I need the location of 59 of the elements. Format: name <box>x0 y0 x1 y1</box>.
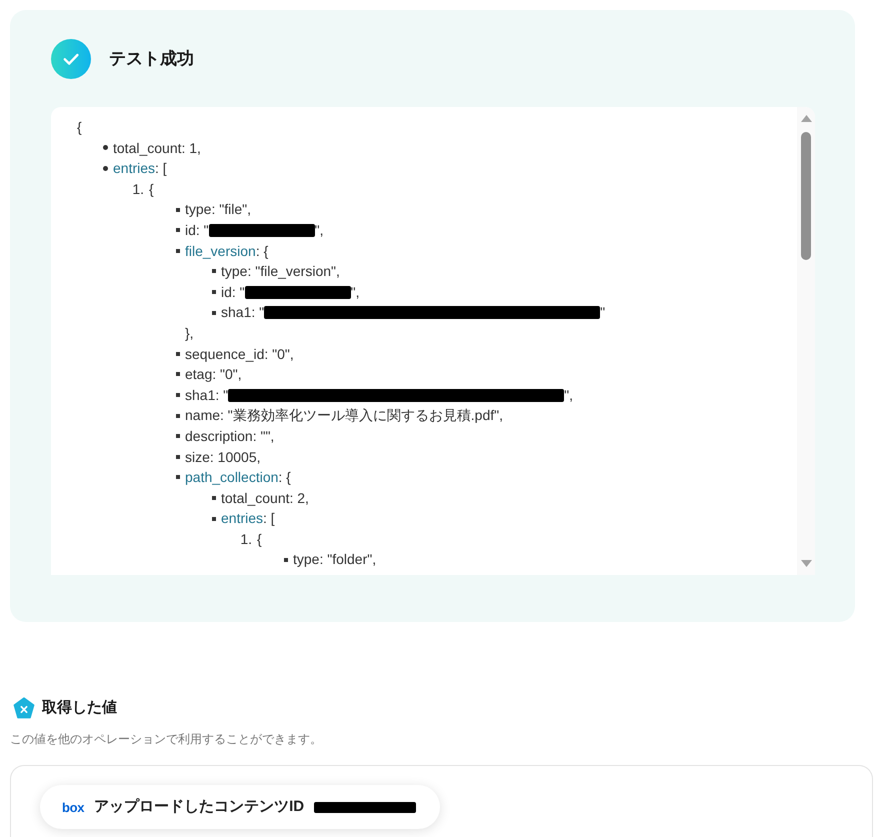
json-key-link[interactable]: entries <box>221 508 264 529</box>
square-bullet-icon <box>176 434 180 438</box>
square-bullet-icon <box>212 290 216 294</box>
scroll-up-arrow-icon[interactable] <box>800 115 812 122</box>
list-number: 1. <box>132 180 144 199</box>
json-key-link[interactable]: file_version <box>185 240 256 262</box>
json-text: ", <box>314 220 324 240</box>
scroll-thumb[interactable] <box>801 132 811 260</box>
json-text: }, <box>185 324 194 343</box>
square-bullet-icon <box>212 269 216 274</box>
json-text: : { <box>278 468 291 488</box>
json-text: sha1: " <box>221 303 264 322</box>
json-text: etag: "0", <box>185 365 242 384</box>
json-text: : [ <box>155 159 167 178</box>
json-text: sequence_id: "0", <box>185 344 294 364</box>
json-text: total_count: 1, <box>113 138 201 158</box>
square-bullet-icon <box>176 208 180 212</box>
json-text: " <box>600 303 606 322</box>
json-key-link[interactable]: entries <box>113 158 156 179</box>
square-bullet-icon <box>176 414 180 418</box>
json-text: total_count: 2, <box>221 488 309 508</box>
json-text: size: 10005, <box>185 448 260 466</box>
json-text: : [ <box>263 509 275 528</box>
result-title: テスト成功 <box>109 48 194 70</box>
square-bullet-icon <box>284 558 288 562</box>
section-description: この値を他のオペレーションで利用することができます。 <box>10 731 322 747</box>
json-text: id: " <box>185 220 209 240</box>
square-bullet-icon <box>176 248 180 253</box>
square-bullet-icon <box>212 516 216 521</box>
square-bullet-icon <box>176 372 180 376</box>
scrollbar-track[interactable] <box>797 107 815 575</box>
json-text: id: " <box>221 282 245 302</box>
json-text: { <box>77 118 82 137</box>
json-text: : { <box>256 242 268 261</box>
scroll-down-arrow-icon[interactable] <box>800 560 812 567</box>
service-logo: box <box>62 800 84 814</box>
list-number: 1. <box>240 530 252 549</box>
json-key-link[interactable]: path_collection <box>185 467 278 488</box>
square-bullet-icon <box>176 393 180 398</box>
json-text: { <box>149 180 154 199</box>
pentagon-x-icon <box>13 697 35 719</box>
json-text: type: "folder", <box>293 550 376 570</box>
square-bullet-icon <box>176 454 180 459</box>
json-text: type: "file", <box>185 200 251 220</box>
value-label: アップロードしたコンテンツID <box>94 796 304 817</box>
value-chip[interactable]: box アップロードしたコンテンツID <box>40 785 440 829</box>
json-text: description: "", <box>185 426 274 446</box>
json-text: ", <box>350 282 360 302</box>
json-text: sha1: " <box>185 386 228 405</box>
square-bullet-icon <box>176 352 180 356</box>
json-text: { <box>257 530 262 549</box>
json-text: type: "file_version", <box>221 262 340 282</box>
square-bullet-icon <box>176 475 180 480</box>
section-title: 取得した値 <box>42 698 117 718</box>
square-bullet-icon <box>212 496 216 500</box>
square-bullet-icon <box>212 310 216 315</box>
json-text: ", <box>564 386 573 405</box>
json-text: name: "業務効率化ツール導入に関するお見積.pdf", <box>185 406 503 426</box>
square-bullet-icon <box>176 228 180 232</box>
